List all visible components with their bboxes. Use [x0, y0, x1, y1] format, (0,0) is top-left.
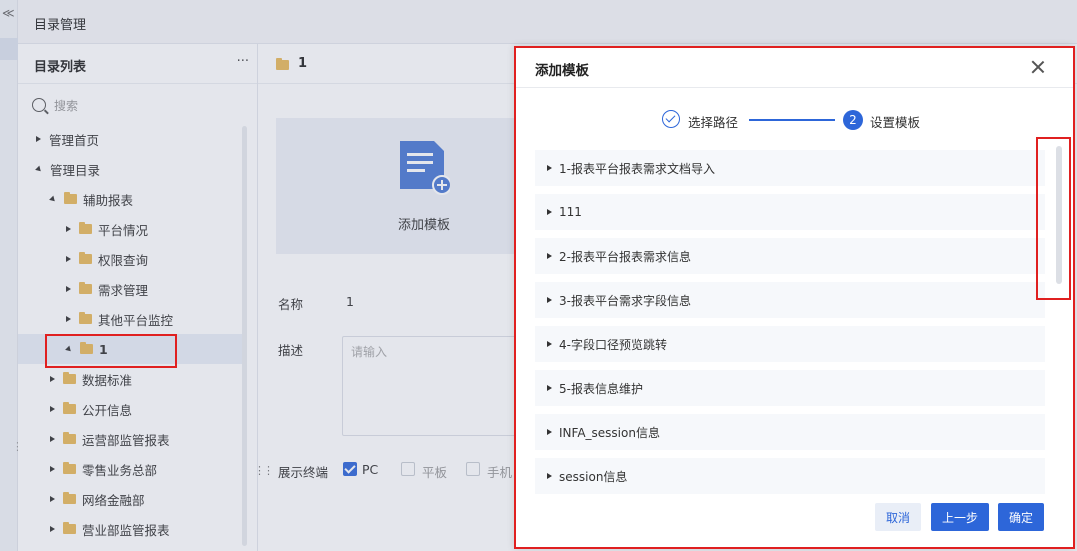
highlight-box: [1036, 137, 1071, 300]
template-item[interactable]: 1-报表平台报表需求文档导入: [535, 150, 1045, 186]
template-item-label: session信息: [559, 469, 628, 484]
dialog-header: 添加模板: [516, 46, 1075, 88]
previous-step-button[interactable]: 上一步: [931, 503, 989, 531]
template-item-label: 3-报表平台需求字段信息: [559, 293, 691, 308]
step-2-number: 2: [843, 110, 863, 130]
template-item[interactable]: 3-报表平台需求字段信息: [535, 282, 1045, 318]
template-item[interactable]: 5-报表信息维护: [535, 370, 1045, 406]
template-item-label: 5-报表信息维护: [559, 381, 643, 396]
check-circle-icon: [662, 110, 680, 128]
template-list: 1-报表平台报表需求文档导入 111 2-报表平台报表需求信息 3-报表平台需求…: [535, 150, 1045, 502]
template-item-label: INFA_session信息: [559, 425, 660, 440]
template-item-label: 4-字段口径预览跳转: [559, 337, 667, 352]
add-template-dialog: 添加模板 选择路径 2 设置模板 1-报表平台报表需求文档导入 111 2-报表…: [516, 46, 1075, 549]
template-item-label: 111: [559, 205, 582, 219]
expand-arrow-icon[interactable]: [547, 473, 552, 479]
step-1-label: 选择路径: [688, 115, 739, 130]
highlight-box: [45, 334, 177, 368]
template-item[interactable]: 4-字段口径预览跳转: [535, 326, 1045, 362]
expand-arrow-icon[interactable]: [547, 429, 552, 435]
template-item[interactable]: 2-报表平台报表需求信息: [535, 238, 1045, 274]
steps: 选择路径 2 设置模板: [516, 106, 1075, 136]
close-icon[interactable]: [1031, 60, 1045, 74]
template-item[interactable]: 111: [535, 194, 1045, 230]
template-item-label: 1-报表平台报表需求文档导入: [559, 161, 715, 176]
expand-arrow-icon[interactable]: [547, 165, 552, 171]
template-item-label: 2-报表平台报表需求信息: [559, 249, 691, 264]
step-2-label: 设置模板: [870, 115, 921, 130]
expand-arrow-icon[interactable]: [547, 297, 552, 303]
dialog-footer: 取消 上一步 确定: [516, 501, 1075, 541]
template-item[interactable]: INFA_session信息: [535, 414, 1045, 450]
template-item[interactable]: session信息: [535, 458, 1045, 494]
confirm-button[interactable]: 确定: [998, 503, 1044, 531]
expand-arrow-icon[interactable]: [547, 209, 552, 215]
step-connector: [749, 119, 835, 121]
expand-arrow-icon[interactable]: [547, 341, 552, 347]
dialog-title: 添加模板: [535, 63, 589, 79]
expand-arrow-icon[interactable]: [547, 385, 552, 391]
expand-arrow-icon[interactable]: [547, 253, 552, 259]
cancel-button[interactable]: 取消: [875, 503, 921, 531]
